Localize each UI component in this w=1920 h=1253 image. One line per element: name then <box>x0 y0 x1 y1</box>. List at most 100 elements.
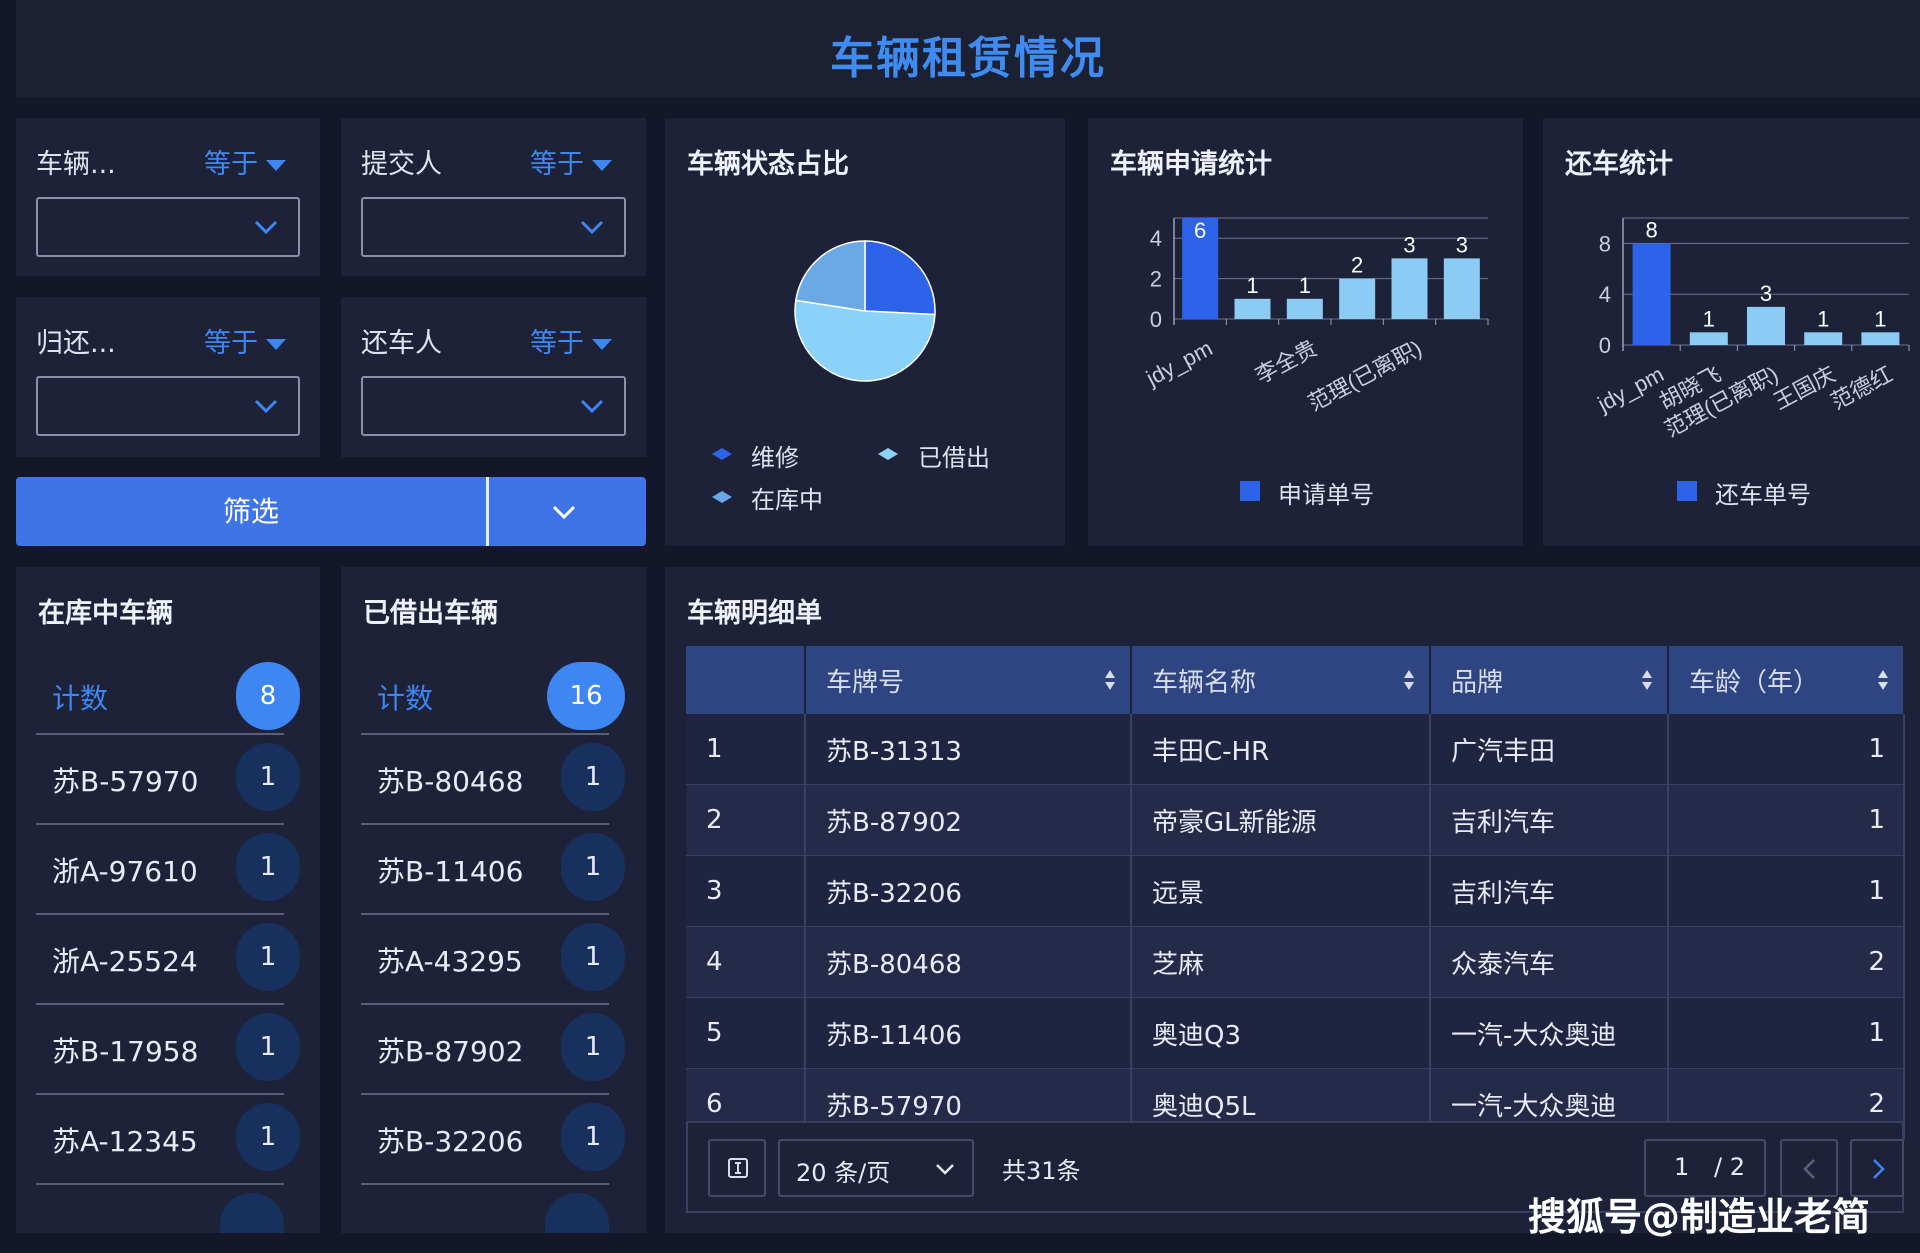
list-item[interactable]: 苏A-43295 1 <box>361 913 625 1003</box>
pie-slice[interactable] <box>794 240 866 312</box>
table-row[interactable]: 3 苏B-32206 远景 吉利汽车 1 <box>686 855 1905 927</box>
bar[interactable] <box>1339 278 1376 319</box>
cell-name: 奥迪Q3 <box>1131 997 1431 1069</box>
bar-value-label: 3 <box>1456 232 1468 257</box>
cell-index: 3 <box>686 855 806 927</box>
list-item[interactable]: 浙A-25524 1 <box>36 913 300 1003</box>
bar[interactable] <box>1861 332 1900 345</box>
page-size-select[interactable]: 20 条/页 <box>778 1139 974 1197</box>
y-tick-label: 2 <box>1150 267 1162 292</box>
bar-value-label: 1 <box>1874 306 1886 331</box>
filter-select[interactable] <box>361 376 626 436</box>
sort-icon[interactable] <box>1403 668 1415 692</box>
filter-select[interactable] <box>361 197 626 257</box>
count-badge: 1 <box>561 1013 625 1081</box>
bar[interactable] <box>1689 332 1728 345</box>
count-row: 计数 16 <box>361 654 625 744</box>
legend-label-repair: 维修 <box>751 444 799 472</box>
panel-title: 车辆明细单 <box>687 598 822 629</box>
cell-plate: 苏B-87902 <box>805 784 1132 856</box>
legend-label-lent: 已借出 <box>918 444 990 472</box>
list-item[interactable]: 浙A-97610 1 <box>36 823 300 913</box>
table-row[interactable]: 2 苏B-87902 帝豪GL新能源 吉利汽车 1 <box>686 784 1905 856</box>
bar[interactable] <box>1632 243 1671 345</box>
caret-down-icon <box>266 160 286 171</box>
sort-icon[interactable] <box>1877 668 1889 692</box>
column-header-plate[interactable]: 车牌号 <box>805 646 1132 714</box>
operator-label: 等于 <box>530 149 584 180</box>
table-row[interactable]: 5 苏B-11406 奥迪Q3 一汽-大众奥迪 1 <box>686 997 1905 1069</box>
list-item[interactable]: 苏B-87902 1 <box>361 1003 625 1093</box>
sort-icon[interactable] <box>1104 668 1116 692</box>
cell-plate: 苏B-11406 <box>805 997 1132 1069</box>
pie-slice[interactable] <box>864 240 936 316</box>
count-badge: 1 <box>561 833 625 901</box>
table-header-row: 车牌号 车辆名称 品牌 车龄（年） <box>686 646 1905 714</box>
count-badge: 1 <box>561 923 625 991</box>
x-tick-label: 李全贵 <box>1251 335 1321 388</box>
bar[interactable] <box>1443 258 1480 319</box>
caret-down-icon <box>266 339 286 350</box>
filter-label: 提交人 <box>361 149 442 180</box>
divider <box>36 1183 284 1185</box>
plate-label: 苏B-57970 <box>52 765 199 798</box>
filter-select[interactable] <box>36 197 300 257</box>
bar-value-label: 1 <box>1817 306 1829 331</box>
page-size-label: 20 条/页 <box>796 1159 891 1187</box>
operator-dropdown[interactable]: 等于 <box>530 321 612 360</box>
column-header-name[interactable]: 车辆名称 <box>1131 646 1431 714</box>
table-row[interactable]: 1 苏B-31313 丰田C-HR 广汽丰田 1 <box>686 714 1905 785</box>
table-row[interactable]: 4 苏B-80468 芝麻 众泰汽车 2 <box>686 926 1905 998</box>
list-item[interactable]: 苏A-12345 1 <box>36 1093 300 1183</box>
cell-brand: 吉利汽车 <box>1430 855 1669 927</box>
legend-marker-in-stock <box>712 491 732 503</box>
plate-label: 苏B-32206 <box>377 1125 524 1158</box>
bar[interactable] <box>1234 298 1271 319</box>
legend-marker-apply <box>1240 481 1260 501</box>
caret-down-icon <box>592 339 612 350</box>
list-item[interactable]: 苏B-17958 1 <box>36 1003 300 1093</box>
bar-value-label: 1 <box>1703 306 1715 331</box>
operator-dropdown[interactable]: 等于 <box>204 142 286 181</box>
filter-submitter: 提交人 等于 <box>341 118 646 276</box>
bar[interactable] <box>1804 332 1843 345</box>
x-tick-label: 范理(已离职) <box>1304 335 1426 416</box>
operator-label: 等于 <box>204 149 258 180</box>
list-item[interactable]: 苏B-11406 1 <box>361 823 625 913</box>
plate-label: 苏B-17958 <box>52 1035 199 1068</box>
operator-dropdown[interactable]: 等于 <box>204 321 286 360</box>
bar[interactable] <box>1747 306 1785 345</box>
column-header-age[interactable]: 车龄（年） <box>1668 646 1905 714</box>
plate-label: 苏B-11406 <box>377 855 524 888</box>
list-item[interactable]: 苏B-32206 1 <box>361 1093 625 1183</box>
total-count: 共31条 <box>1002 1157 1081 1185</box>
chevron-down-icon <box>580 220 604 235</box>
count-badge: 1 <box>236 833 300 901</box>
filter-options-toggle[interactable] <box>489 477 646 546</box>
chevron-down-icon <box>580 399 604 414</box>
sort-icon[interactable] <box>1641 668 1653 692</box>
cell-index: 1 <box>686 714 806 785</box>
plate-label: 苏A-43295 <box>377 945 523 978</box>
current-page: 1 <box>1674 1153 1690 1181</box>
list-item[interactable]: 苏B-57970 1 <box>36 733 300 823</box>
filter-button[interactable]: 筛选 <box>16 477 486 546</box>
column-settings-button[interactable] <box>708 1139 766 1197</box>
cell-age: 1 <box>1668 997 1905 1069</box>
y-tick-label: 0 <box>1150 307 1162 332</box>
operator-dropdown[interactable]: 等于 <box>530 142 612 181</box>
count-badge: 1 <box>236 1013 300 1081</box>
filter-vehicle: 车辆... 等于 <box>16 118 320 276</box>
filter-return-date: 归还... 等于 <box>16 297 320 457</box>
list-item[interactable]: 苏B-80468 1 <box>361 733 625 823</box>
bar[interactable] <box>1286 298 1323 319</box>
bar[interactable] <box>1391 258 1428 319</box>
cell-name: 远景 <box>1131 855 1431 927</box>
bar-value-label: 8 <box>1645 217 1657 242</box>
filter-select[interactable] <box>36 376 300 436</box>
column-header-brand[interactable]: 品牌 <box>1430 646 1669 714</box>
column-settings-icon <box>728 1158 748 1178</box>
cell-brand: 一汽-大众奥迪 <box>1430 997 1669 1069</box>
x-tick-label: jdy_pm <box>1141 335 1216 391</box>
list-item-partial <box>220 1193 284 1233</box>
